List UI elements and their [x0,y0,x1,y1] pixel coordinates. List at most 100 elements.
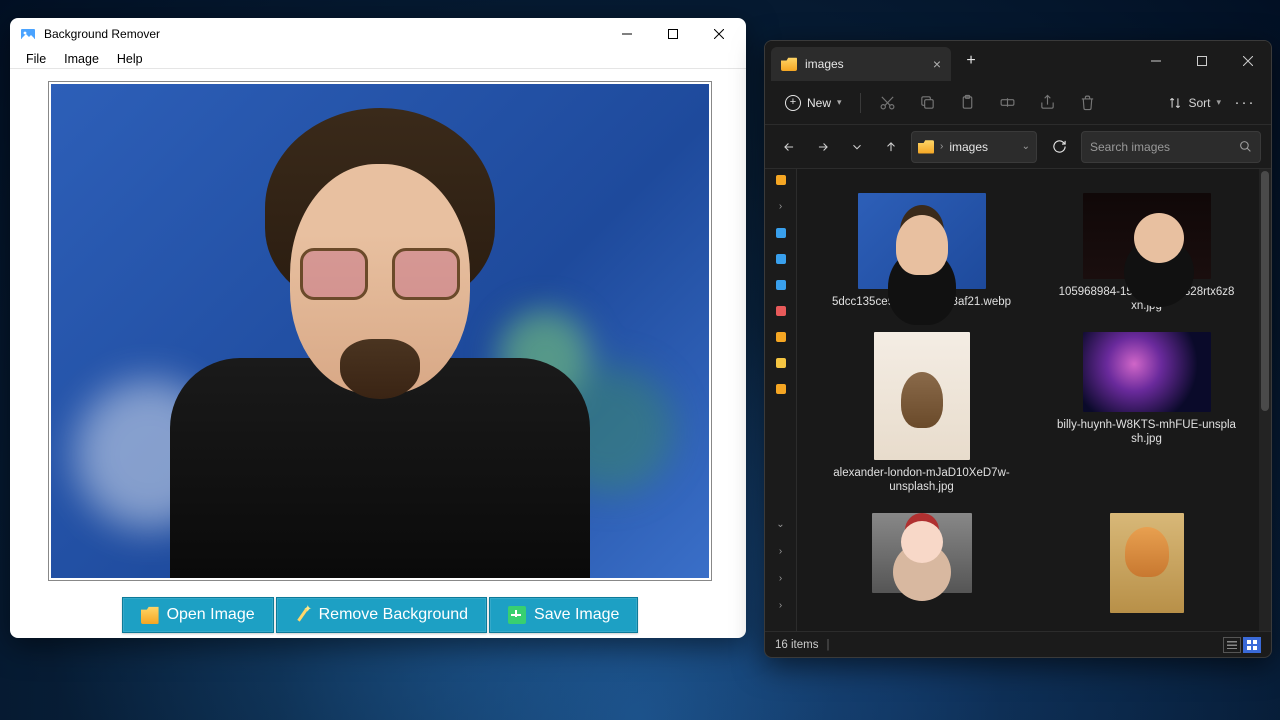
sidebar-item[interactable] [776,332,786,342]
scrollbar-thumb[interactable] [1261,171,1269,411]
grid-view-button[interactable] [1243,637,1261,653]
scrollbar[interactable] [1259,169,1271,631]
open-label: Open Image [167,606,255,624]
minimize-button[interactable] [1133,41,1179,81]
save-image-button[interactable]: Save Image [489,597,638,633]
plus-circle-icon: + [785,95,801,111]
back-button[interactable] [775,133,803,161]
cut-button[interactable] [871,86,905,120]
chevron-right-icon[interactable]: › [779,573,782,584]
bg-remover-window: Background Remover File Image Help [10,18,746,638]
search-input[interactable]: Search images [1081,131,1261,163]
folder-icon [918,140,934,154]
sidebar-item[interactable] [776,280,786,290]
rename-button[interactable] [991,86,1025,120]
thumbnail [1083,193,1211,279]
separator: | [826,639,829,651]
action-bar: Open Image Remove Background Save Image [122,597,639,633]
refresh-icon [1052,139,1067,154]
sidebar-item[interactable] [776,175,786,185]
save-icon [508,606,526,624]
refresh-button[interactable] [1043,131,1075,163]
status-bar: 16 items | [765,631,1271,657]
app-title: Background Remover [44,27,604,41]
file-name: billy-huynh-W8KTS-mhFUE-unsplash.jpg [1057,418,1237,447]
thumbnail [1110,513,1184,613]
thumbnail [858,193,986,289]
file-item[interactable]: 5dcc135ce94e86714253af21.webp [813,193,1030,314]
tab-close-button[interactable]: × [933,56,941,72]
file-item[interactable] [813,513,1030,619]
chevron-down-icon[interactable]: ⌄ [1022,141,1030,152]
close-button[interactable] [696,18,742,50]
maximize-button[interactable] [650,18,696,50]
resize-grip-icon[interactable] [738,630,746,638]
tab-title: images [805,57,844,71]
file-explorer-window: images × + + New ▾ Sort ▾ ··· [764,40,1272,658]
delete-button[interactable] [1071,86,1105,120]
close-button[interactable] [1225,41,1271,81]
remove-label: Remove Background [319,606,468,624]
new-label: New [807,96,831,110]
sidebar-item[interactable] [776,306,786,316]
sidebar-item[interactable] [776,384,786,394]
new-tab-button[interactable]: + [955,45,987,77]
app-titlebar[interactable]: Background Remover [10,18,746,50]
file-name: 105968984-1560512308328rtx6z8xn.jpg [1057,285,1237,314]
copy-button[interactable] [911,86,945,120]
file-grid[interactable]: 5dcc135ce94e86714253af21.webp 105968984-… [797,169,1271,631]
explorer-sidebar[interactable]: › ⌄ › › › [765,169,797,631]
explorer-tabbar: images × + [765,41,1271,81]
menu-help[interactable]: Help [109,50,151,68]
recent-button[interactable] [843,133,871,161]
search-icon [1239,140,1252,153]
address-bar[interactable]: › images ⌄ [911,131,1037,163]
chevron-right-icon[interactable]: › [779,201,782,212]
sidebar-item[interactable] [776,358,786,368]
separator [860,93,861,113]
app-icon [20,26,36,42]
menu-file[interactable]: File [18,50,54,68]
paste-button[interactable] [951,86,985,120]
file-name: 5dcc135ce94e86714253af21.webp [832,295,1011,309]
forward-button[interactable] [809,133,837,161]
maximize-button[interactable] [1179,41,1225,81]
up-button[interactable] [877,133,905,161]
more-button[interactable]: ··· [1231,94,1259,111]
sort-button[interactable]: Sort ▾ [1168,96,1221,110]
explorer-tab[interactable]: images × [771,47,951,81]
chevron-down-icon[interactable]: ⌄ [776,519,784,530]
file-item[interactable]: billy-huynh-W8KTS-mhFUE-unsplash.jpg [1038,332,1255,495]
explorer-toolbar: + New ▾ Sort ▾ ··· [765,81,1271,125]
chevron-right-icon[interactable]: › [779,546,782,557]
menu-bar: File Image Help [10,50,746,69]
sidebar-item[interactable] [776,228,786,238]
folder-icon [781,57,797,71]
list-view-button[interactable] [1223,637,1241,653]
search-placeholder: Search images [1090,140,1170,154]
file-name: alexander-london-mJaD10XeD7w-unsplash.jp… [832,466,1012,495]
file-item[interactable]: alexander-london-mJaD10XeD7w-unsplash.jp… [813,332,1030,495]
menu-image[interactable]: Image [56,50,107,68]
sidebar-item[interactable] [776,254,786,264]
share-button[interactable] [1031,86,1065,120]
file-item[interactable] [1038,513,1255,619]
remove-bg-button[interactable]: Remove Background [276,597,487,633]
thumbnail [874,332,970,460]
chevron-down-icon: ▾ [837,97,842,108]
open-image-button[interactable]: Open Image [122,597,274,633]
chevron-down-icon: ▾ [1216,97,1221,108]
image-preview-frame [48,81,712,581]
minimize-button[interactable] [604,18,650,50]
file-item[interactable]: 105968984-1560512308328rtx6z8xn.jpg [1038,193,1255,314]
sort-icon [1168,96,1182,110]
save-label: Save Image [534,606,619,624]
new-button[interactable]: + New ▾ [777,91,850,115]
window-controls [604,18,742,50]
sort-label: Sort [1188,96,1210,110]
item-count: 16 items [775,639,818,651]
chevron-right-icon[interactable]: › [779,600,782,611]
thumbnail [872,513,972,593]
breadcrumb-separator-icon: › [940,141,943,152]
breadcrumb-folder[interactable]: images [949,140,988,154]
